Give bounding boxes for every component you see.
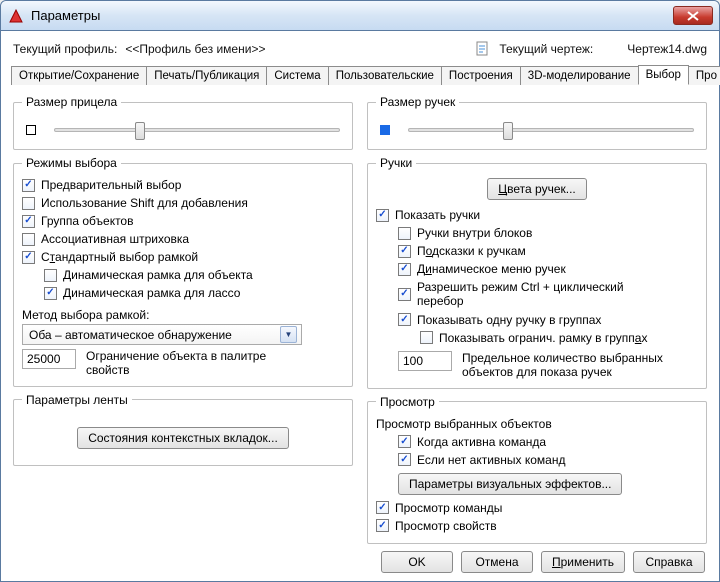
chk-command-preview[interactable]: Просмотр команды [376,499,698,517]
chk-preselect[interactable]: Предварительный выбор [22,176,344,194]
grip-slider[interactable] [408,128,694,132]
chk-ctrl-cycle[interactable]: Разрешить режим Ctrl + циклический переб… [398,278,698,311]
chk-props-preview[interactable]: Просмотр свойств [376,517,698,535]
right-column: Размер ручек Ручки Цвета ручек... Показа… [367,95,707,544]
contextual-tab-states-button[interactable]: Состояния контекстных вкладок... [77,427,289,449]
preview-selected-label: Просмотр выбранных объектов [376,417,698,431]
chk-grips-in-blocks[interactable]: Ручки внутри блоков [398,224,698,242]
chk-object-group[interactable]: Группа объектов [22,212,344,230]
group-preview-title: Просмотр [376,395,439,409]
group-grip-size: Размер ручек [367,95,707,150]
apply-button[interactable]: Применить [541,551,625,573]
ok-button[interactable]: OK [381,551,453,573]
chk-preview-cmd-active[interactable]: Когда активна команда [398,433,698,451]
chk-implied-window[interactable]: Стандартный выбор рамкой [22,248,344,266]
left-column: Размер прицела Режимы выбора Предварител… [13,95,353,544]
group-grips-title: Ручки [376,156,416,170]
chk-dyn-grip-menu[interactable]: Динамическое меню ручек [398,260,698,278]
group-grips: Ручки Цвета ручек... Показать ручки Ручк… [367,156,707,389]
tab-system[interactable]: Система [266,66,328,85]
drawing-name: Чертеж14.dwg [627,42,707,56]
props-limit-input[interactable]: 25000 [22,349,76,369]
chk-preview-no-cmd[interactable]: Если нет активных команд [398,451,698,469]
app-icon [7,7,25,25]
tab-open-save[interactable]: Открытие/Сохранение [11,66,147,85]
grip-limit-label: Предельное количество выбранных объектов… [462,351,682,380]
group-selection-modes-title: Режимы выбора [22,156,121,170]
window-method-label: Метод выбора рамкой: [22,308,344,322]
tab-content: Размер прицела Режимы выбора Предварител… [11,85,709,548]
group-selection-modes: Режимы выбора Предварительный выбор Испо… [13,156,353,387]
dialog-window: Параметры Текущий профиль: <<Профиль без… [0,0,720,582]
window-title: Параметры [31,8,673,23]
chk-dyn-frame-lasso[interactable]: Динамическая рамка для лассо [44,284,344,302]
titlebar[interactable]: Параметры [1,1,719,31]
tab-user[interactable]: Пользовательские [328,66,442,85]
chk-grip-tips[interactable]: Подсказки к ручкам [398,242,698,260]
pickbox-preview [26,125,36,135]
group-preview: Просмотр Просмотр выбранных объектов Ког… [367,395,707,544]
group-pickbox-size: Размер прицела [13,95,353,150]
tab-print[interactable]: Печать/Публикация [146,66,267,85]
grip-preview [380,125,390,135]
chk-show-grips[interactable]: Показать ручки [376,206,698,224]
dialog-footer: OK Отмена Применить Справка [381,551,705,573]
tab-selection[interactable]: Выбор [638,65,689,85]
group-ribbon-title: Параметры ленты [22,393,132,407]
grip-limit-input[interactable]: 100 [398,351,452,371]
chk-single-grip-group[interactable]: Показывать одну ручку в группах [398,311,698,329]
group-grip-size-title: Размер ручек [376,95,459,109]
chk-bbox-groups[interactable]: Показывать огранич. рамку в группах [420,329,698,347]
cancel-button[interactable]: Отмена [461,551,533,573]
dialog-body: Текущий профиль: <<Профиль без имени>> Т… [1,31,719,548]
chk-shift-add[interactable]: Использование Shift для добавления [22,194,344,212]
grip-colors-button[interactable]: Цвета ручек... [487,178,587,200]
tab-drafting[interactable]: Построения [441,66,521,85]
tabstrip: Открытие/Сохранение Печать/Публикация Си… [11,63,709,85]
chevron-down-icon: ▼ [280,326,297,343]
profile-label: Текущий профиль: [13,42,117,56]
visual-effects-button[interactable]: Параметры визуальных эффектов... [398,473,622,495]
profile-name: <<Профиль без имени>> [125,42,265,56]
profile-row: Текущий профиль: <<Профиль без имени>> Т… [11,37,709,63]
chk-dyn-frame-object[interactable]: Динамическая рамка для объекта [44,266,344,284]
tab-3d[interactable]: 3D-моделирование [520,66,639,85]
drawing-label: Текущий чертеж: [499,42,593,56]
drawing-icon [475,41,491,57]
props-limit-label: Ограничение объекта в палитре свойств [86,349,286,378]
group-pickbox-title: Размер прицела [22,95,121,109]
chk-assoc-hatch[interactable]: Ассоциативная штриховка [22,230,344,248]
help-button[interactable]: Справка [633,551,705,573]
window-method-select[interactable]: Оба – автоматическое обнаружение ▼ [22,324,302,345]
group-ribbon: Параметры ленты Состояния контекстных вк… [13,393,353,466]
pickbox-slider[interactable] [54,128,340,132]
tab-profiles[interactable]: Про [688,66,720,85]
close-button[interactable] [673,6,713,25]
window-method-value: Оба – автоматическое обнаружение [29,328,232,342]
